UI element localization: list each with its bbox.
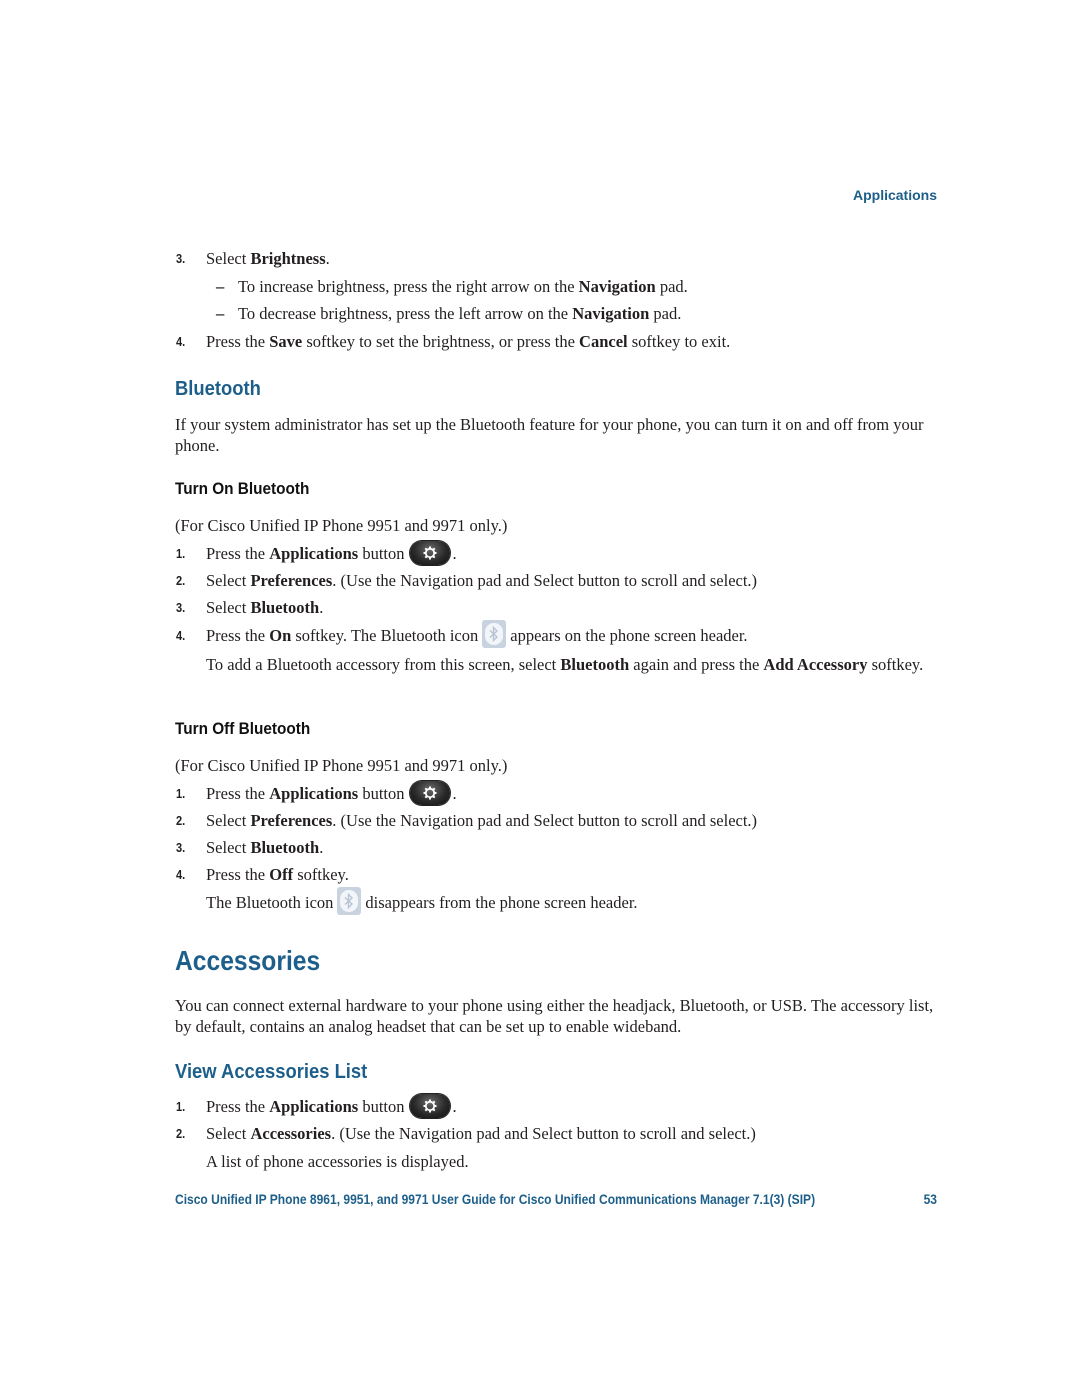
bluetooth-icon (489, 626, 499, 643)
step-number: 3. (176, 251, 186, 266)
bluetooth-icon (344, 893, 354, 910)
ui-term: Brightness (250, 249, 326, 268)
bluetooth-heading: Bluetooth (175, 378, 261, 400)
view-accessories-list-heading: View Accessories List (175, 1061, 368, 1083)
page-number: 53 (923, 1191, 937, 1207)
accessories-heading: Accessories (175, 945, 321, 976)
turn-off-note: (For Cisco Unified IP Phone 9951 and 997… (175, 756, 508, 775)
turn-on-note: (For Cisco Unified IP Phone 9951 and 997… (175, 516, 508, 535)
gear-icon (423, 1099, 437, 1113)
gear-icon (423, 546, 437, 560)
applications-button-icon (410, 1094, 451, 1119)
gear-icon (423, 786, 437, 800)
turn-off-bluetooth-heading: Turn Off Bluetooth (175, 720, 311, 738)
applications-button-icon (410, 781, 451, 806)
running-header: Applications (852, 187, 937, 203)
turn-on-step-4-note: To add a Bluetooth accessory from this s… (206, 655, 924, 674)
turn-on-bluetooth-heading: Turn On Bluetooth (175, 480, 310, 498)
bluetooth-status-icon (337, 887, 362, 916)
bluetooth-status-icon (482, 620, 507, 649)
bluetooth-intro: If your system administrator has set up … (175, 415, 924, 455)
applications-button-icon (410, 541, 451, 566)
accessories-intro: You can connect external hardware to you… (175, 996, 934, 1036)
footer-title: Cisco Unified IP Phone 8961, 9951, and 9… (175, 1191, 816, 1207)
